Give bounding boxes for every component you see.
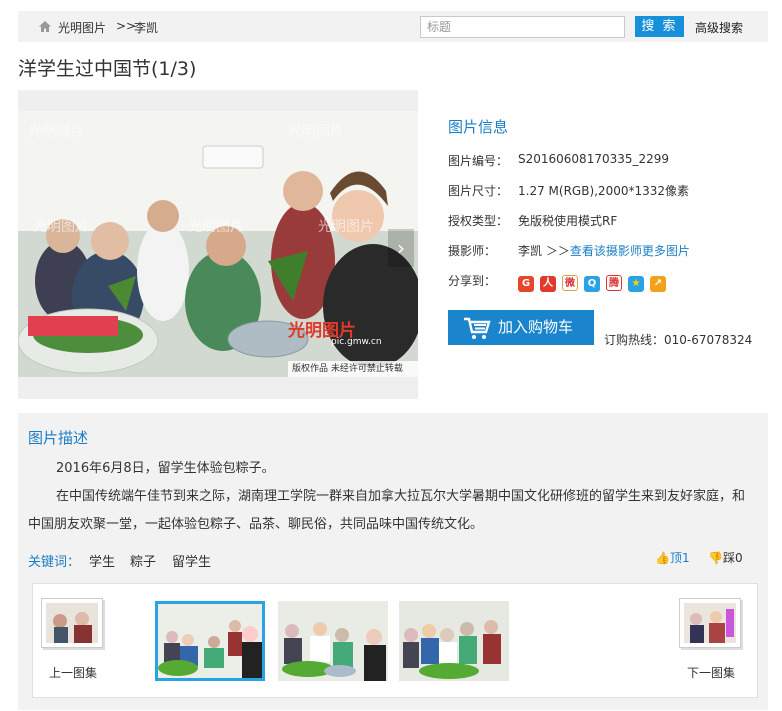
info-row-size: 图片尺寸： 1.27 M(RGB),2000*1332像素 — [448, 182, 689, 199]
info-value: 1.27 M(RGB),2000*1332像素 — [518, 184, 690, 198]
info-title: 图片信息 — [448, 118, 509, 136]
svg-text:光明图片: 光明图片 — [188, 219, 244, 235]
prev-gallery-label[interactable]: 上一图集 — [49, 664, 97, 681]
gallery-thumb-image — [399, 601, 509, 681]
watermark-copyright: 版权作品 未经许可禁止转载 — [288, 361, 418, 377]
info-label: 图片尺寸： — [448, 184, 509, 198]
info-label: 摄影师： — [448, 244, 497, 258]
prev-gallery-thumb[interactable] — [41, 598, 103, 648]
search-button[interactable]: 搜 索 — [635, 16, 684, 37]
info-value: 免版税使用模式RF — [518, 214, 618, 228]
order-hotline: 订购热线：010-67078324 — [604, 333, 753, 347]
info-row-photographer: 摄影师： 李凯 ＞＞查看该摄影师更多图片 — [448, 242, 690, 259]
info-row-id: 图片编号： S20160608170335_2299 — [448, 152, 669, 169]
next-gallery-label[interactable]: 下一图集 — [687, 664, 735, 681]
gallery-thumb-image — [158, 604, 262, 678]
keyword-tag[interactable]: 粽子 — [130, 551, 156, 570]
favorite-star-icon[interactable]: ★ — [628, 276, 644, 292]
main-photo[interactable]: 光明图片 光明图片 光明图片 光明图片 光明图片 › 光明图片 pic.gmw.… — [18, 111, 418, 377]
prev-gallery-image — [46, 603, 98, 643]
weibo-icon[interactable]: 微 — [562, 275, 578, 291]
downvote-label: 踩0 — [722, 551, 743, 565]
thumbs-down-icon: 👎 — [708, 551, 723, 565]
photo-panel: 光明图片 光明图片 光明图片 光明图片 光明图片 › 光明图片 pic.gmw.… — [18, 90, 418, 399]
keyword-tag[interactable]: 学生 — [89, 551, 115, 570]
cart-label: 加入购物车 — [498, 318, 574, 336]
gallery-strip: 上一图集 下一图集 — [32, 583, 758, 698]
svg-text:光明图片: 光明图片 — [28, 124, 84, 140]
description-panel: 图片描述 2016年6月8日，留学生体验包粽子。 在中国传统端午佳节到来之际，湖… — [18, 413, 768, 710]
photographer-more-link[interactable]: 查看该摄影师更多图片 — [570, 244, 690, 258]
top-bar: 光明图片 >> 李凯 搜 索 高级搜索 — [18, 11, 768, 42]
next-photo-arrow[interactable]: › — [388, 229, 414, 267]
renren-icon[interactable]: 人 — [540, 276, 556, 292]
info-label: 图片编号： — [448, 154, 509, 168]
upvote-button[interactable]: 👍顶1 — [655, 549, 690, 566]
page-title: 洋学生过中国节(1/3) — [18, 58, 197, 80]
svg-text:光明图片: 光明图片 — [33, 219, 89, 235]
watermark-url: pic.gmw.cn — [331, 337, 382, 347]
keywords-label: 关键词： — [28, 555, 81, 570]
home-icon[interactable] — [38, 20, 52, 33]
info-row-license: 授权类型： 免版税使用模式RF — [448, 212, 617, 229]
keyword-tag[interactable]: 留学生 — [172, 551, 211, 570]
description-title: 图片描述 — [28, 429, 89, 447]
tencent-weibo-icon[interactable]: 腾 — [606, 275, 622, 291]
gallery-thumb-active[interactable] — [155, 601, 265, 681]
share-icons: G 人微 Q 腾 ★ ↗ — [518, 271, 672, 292]
gallery-thumb-image — [278, 601, 388, 681]
downvote-button[interactable]: 👎踩0 — [708, 549, 743, 566]
description-paragraph: 2016年6月8日，留学生体验包粽子。 — [56, 461, 275, 476]
cart-icon — [464, 317, 491, 339]
search-input[interactable] — [420, 16, 625, 38]
upvote-label: 顶1 — [669, 551, 690, 565]
description-paragraph: 在中国传统端午佳节到来之际，湖南理工学院一群来自加拿大拉瓦尔大学暑期中国文化研修… — [28, 489, 746, 532]
gallery-thumb[interactable] — [399, 601, 509, 681]
add-to-cart-button[interactable]: 加入购物车 — [448, 310, 594, 345]
thumbs-up-icon: 👍 — [655, 551, 670, 565]
next-gallery-image — [684, 603, 736, 643]
photographer-name[interactable]: 李凯 ＞＞ — [518, 244, 570, 258]
share-label: 分享到： — [448, 274, 497, 288]
link-icon[interactable]: ↗ — [650, 276, 666, 292]
svg-text:光明图片: 光明图片 — [288, 124, 344, 140]
svg-text:光明图片: 光明图片 — [318, 219, 374, 235]
google-icon[interactable]: G — [518, 276, 534, 292]
breadcrumb-home[interactable]: 光明图片 — [58, 19, 106, 36]
next-gallery-thumb[interactable] — [679, 598, 741, 648]
qzone-icon[interactable]: Q — [584, 276, 600, 292]
info-value: S20160608170335_2299 — [518, 152, 670, 166]
info-label: 授权类型： — [448, 214, 509, 228]
breadcrumb-current[interactable]: 李凯 — [134, 19, 158, 36]
gallery-thumb[interactable] — [278, 601, 388, 681]
advanced-search-link[interactable]: 高级搜索 — [695, 19, 743, 36]
